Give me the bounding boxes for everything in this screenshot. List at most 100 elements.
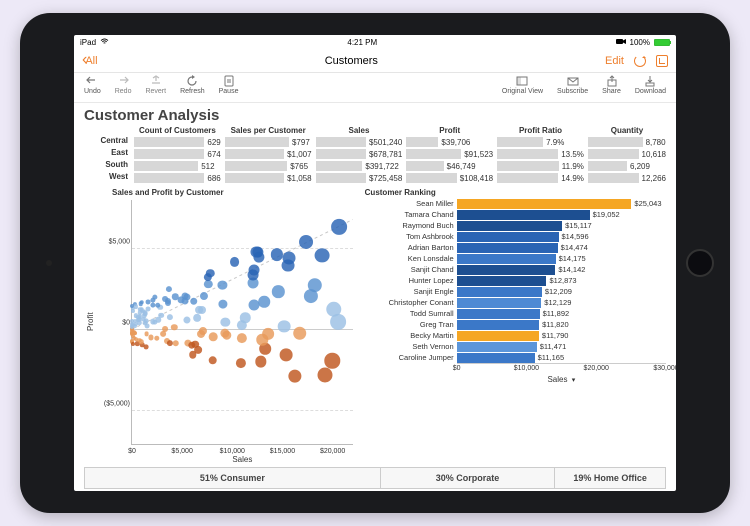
summary-cell[interactable]: 8,780 [588, 136, 666, 148]
summary-cell[interactable]: $391,722 [316, 160, 403, 172]
scatter-point[interactable] [132, 331, 136, 335]
scatter-point[interactable] [199, 327, 207, 335]
scatter-point[interactable] [247, 269, 258, 280]
summary-cell[interactable]: $1,058 [225, 172, 312, 184]
scatter-point[interactable] [236, 358, 246, 368]
sort-desc-icon[interactable]: ▾ [572, 377, 576, 384]
scatter-point[interactable] [221, 318, 230, 327]
ranking-row[interactable]: Sanjit Chand$14,142 [365, 264, 666, 275]
scatter-point[interactable] [190, 298, 198, 306]
scatter-point[interactable] [167, 314, 173, 320]
scatter-point[interactable] [130, 319, 134, 323]
toolbar-original-view[interactable]: Original View [502, 75, 543, 95]
scatter-point[interactable] [218, 299, 227, 308]
scatter-point[interactable] [149, 335, 154, 340]
toolbar-refresh[interactable]: Refresh [180, 75, 205, 95]
scatter-point[interactable] [139, 301, 144, 306]
segment-cell[interactable]: 51% Consumer [85, 468, 381, 488]
scatter-point[interactable] [141, 317, 146, 322]
summary-cell[interactable]: 7.9% [497, 136, 584, 148]
summary-cell[interactable]: $108,418 [406, 172, 493, 184]
ranking-row[interactable]: Raymond Buch$15,117 [365, 220, 666, 231]
summary-cell[interactable]: $501,240 [316, 136, 403, 148]
scatter-point[interactable] [139, 308, 144, 313]
scatter-point[interactable] [304, 289, 318, 303]
summary-cell[interactable]: 11.9% [497, 160, 584, 172]
ranking-row[interactable]: Becky Martin$11,790 [365, 330, 666, 341]
scatter-point[interactable] [130, 325, 134, 329]
scatter-point[interactable] [288, 370, 301, 383]
ranking-row[interactable]: Hunter Lopez$12,873 [365, 275, 666, 286]
scatter-point[interactable] [166, 286, 172, 292]
ranking-row[interactable]: Tom Ashbrook$14,596 [365, 231, 666, 242]
ranking-row[interactable]: Sean Miller$25,043 [365, 198, 666, 209]
scatter-point[interactable] [230, 257, 240, 267]
scatter-point[interactable] [131, 342, 135, 346]
scatter-point[interactable] [330, 314, 346, 330]
scatter-point[interactable] [315, 248, 330, 263]
scatter-point[interactable] [131, 309, 135, 313]
scatter-point[interactable] [172, 340, 178, 346]
ranking-row[interactable]: Sanjit Engle$12,209 [365, 286, 666, 297]
summary-cell[interactable]: 14.9% [497, 172, 584, 184]
summary-cell[interactable]: $725,458 [316, 172, 403, 184]
ranking-row[interactable]: Christopher Conant$12,129 [365, 297, 666, 308]
toolbar-subscribe[interactable]: Subscribe [557, 75, 588, 95]
scatter-point[interactable] [144, 332, 149, 337]
scatter-point[interactable] [255, 356, 266, 367]
toolbar-download[interactable]: Download [635, 75, 666, 95]
scatter-point[interactable] [270, 248, 282, 260]
scatter-point[interactable] [200, 292, 208, 300]
segment-bar[interactable]: 51% Consumer30% Corporate19% Home Office [84, 467, 666, 489]
ranking-row[interactable]: Todd Sumrall$11,892 [365, 308, 666, 319]
summary-cell[interactable]: $765 [225, 160, 312, 172]
edit-button[interactable]: Edit [605, 55, 624, 67]
scatter-point[interactable] [237, 333, 247, 343]
summary-cell[interactable]: 6,209 [588, 160, 666, 172]
scatter-point[interactable] [282, 259, 295, 272]
scatter-point[interactable] [139, 339, 144, 344]
scatter-point[interactable] [183, 317, 190, 324]
summary-cell[interactable]: 686 [134, 172, 221, 184]
toolbar-undo[interactable]: Undo [84, 75, 101, 95]
scatter-point[interactable] [158, 312, 164, 318]
ranking-row[interactable]: Seth Vernon$11,471 [365, 341, 666, 352]
scatter-point[interactable] [143, 344, 148, 349]
toolbar-pause[interactable]: Pause [219, 75, 239, 95]
scatter-point[interactable] [196, 306, 204, 314]
viz-switch-icon[interactable] [656, 55, 668, 67]
summary-cell[interactable]: $91,523 [406, 148, 493, 160]
scatter-point[interactable] [137, 321, 141, 325]
scatter-point[interactable] [144, 323, 149, 328]
ranking-row[interactable]: Ken Lonsdale$14,175 [365, 253, 666, 264]
summary-cell[interactable]: $46,749 [406, 160, 493, 172]
back-button[interactable]: All [82, 55, 98, 67]
scatter-point[interactable] [299, 235, 313, 249]
scatter-point[interactable] [154, 335, 159, 340]
scatter-point[interactable] [259, 296, 271, 308]
scatter-point[interactable] [331, 219, 347, 235]
scatter-point[interactable] [152, 294, 157, 299]
scatter-point[interactable] [278, 320, 291, 333]
scatter-point[interactable] [325, 353, 340, 368]
summary-cell[interactable]: $1,007 [225, 148, 312, 160]
summary-cell[interactable]: $39,706 [406, 136, 493, 148]
home-button[interactable] [686, 249, 714, 277]
scatter-point[interactable] [209, 332, 218, 341]
summary-cell[interactable]: 10,618 [588, 148, 666, 160]
scatter-point[interactable] [160, 331, 166, 337]
scatter-point[interactable] [280, 349, 293, 362]
summary-cell[interactable]: 629 [134, 136, 221, 148]
segment-cell[interactable]: 19% Home Office [555, 468, 665, 488]
summary-cell[interactable]: 13.5% [497, 148, 584, 160]
ranking-row[interactable]: Caroline Jumper$11,165 [365, 352, 666, 363]
reload-icon[interactable] [634, 55, 646, 67]
scatter-point[interactable] [204, 280, 212, 288]
scatter-point[interactable] [194, 314, 202, 322]
ranking-row[interactable]: Adrian Barton$14,474 [365, 242, 666, 253]
scatter-point[interactable] [318, 367, 333, 382]
scatter-point[interactable] [208, 356, 217, 365]
scatter-point[interactable] [293, 326, 307, 340]
scatter-point[interactable] [151, 303, 156, 308]
summary-cell[interactable]: 512 [134, 160, 221, 172]
